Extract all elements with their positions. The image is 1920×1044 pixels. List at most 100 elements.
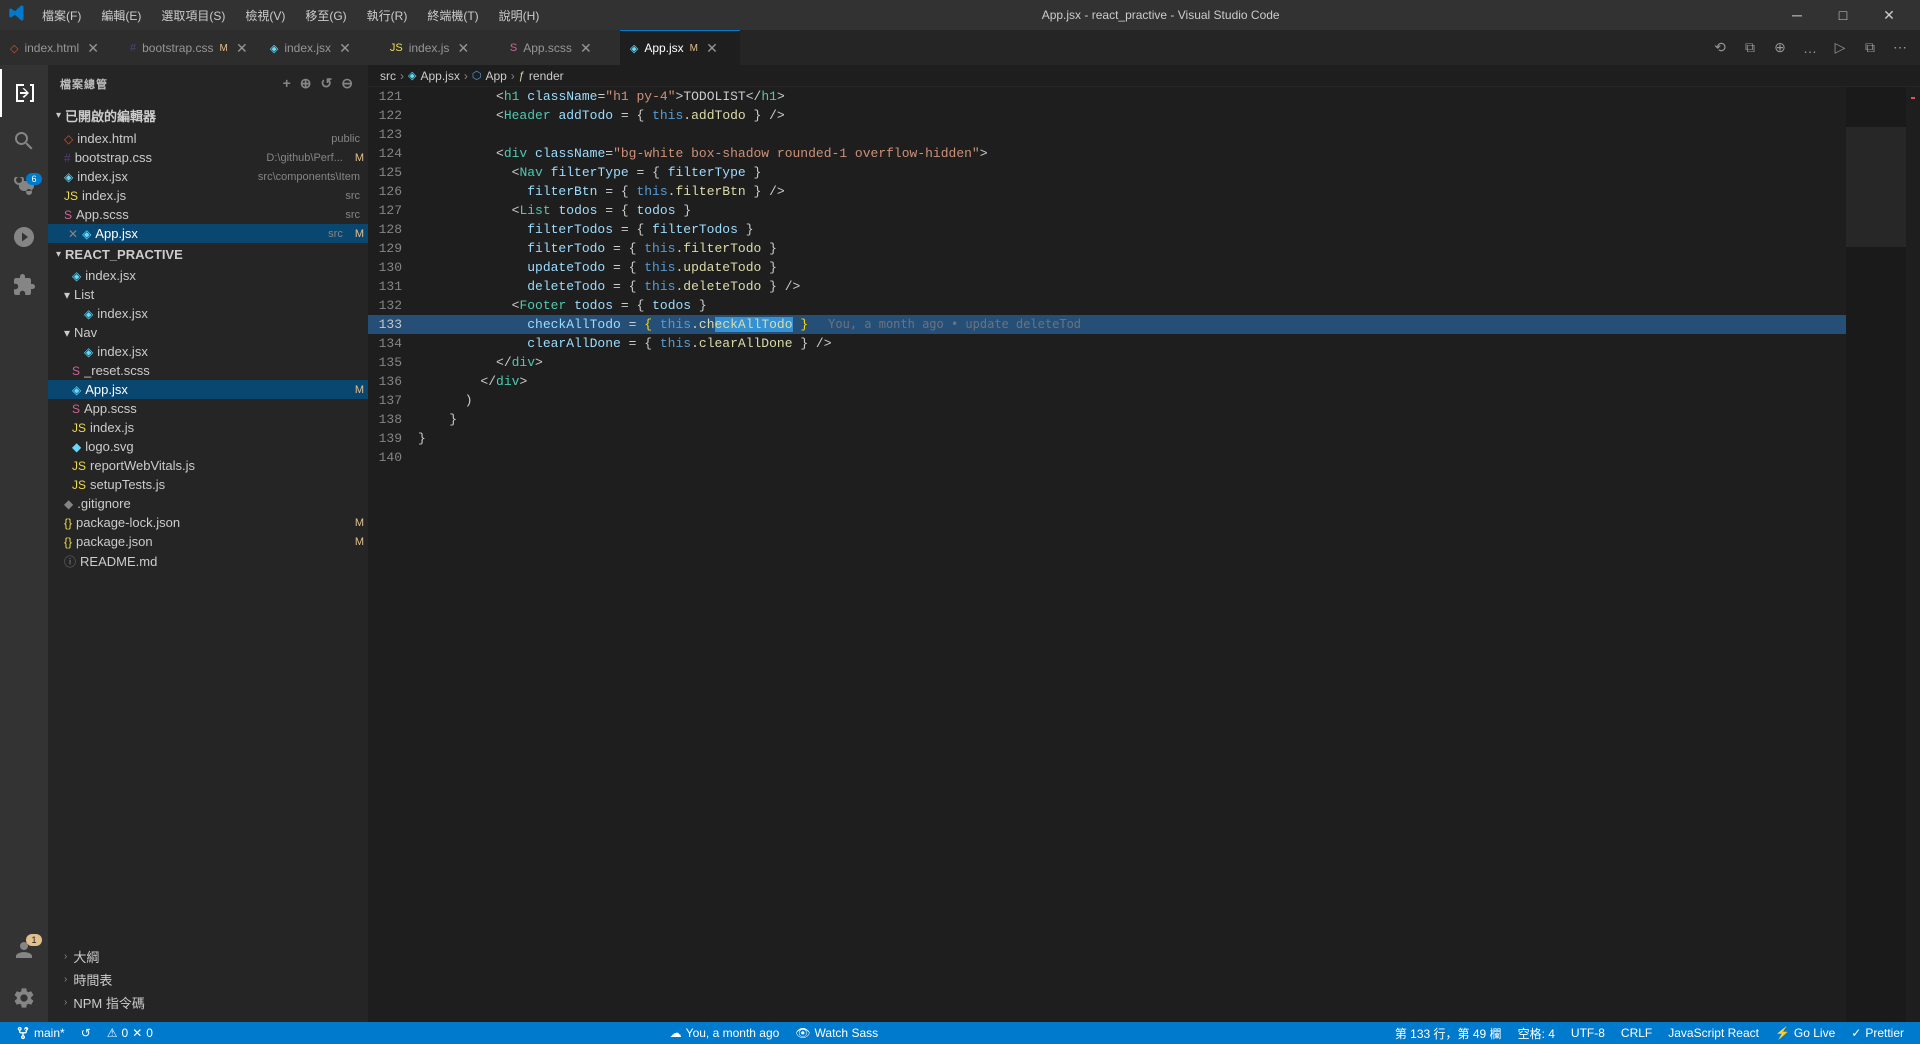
breadcrumb-app[interactable]: App [485,69,506,83]
menu-item[interactable]: 終端機(T) [419,5,486,26]
open-editor-index-js[interactable]: JS index.js src [48,186,368,205]
split-right[interactable]: ⧉ [1856,34,1884,62]
new-file-icon[interactable]: + [281,73,294,94]
folder-icon: ▾ [64,288,70,302]
tab-bootstrap-css[interactable]: # bootstrap.css M ✕ [120,30,260,65]
activity-settings[interactable] [0,974,48,1022]
open-editors-label: 已開啟的編輯器 [65,106,156,125]
menu-item[interactable]: 編輯(E) [93,5,149,26]
prettier-label: Prettier [1865,1026,1904,1040]
open-editors-section[interactable]: ▾ 已開啟的編輯器 [48,102,368,129]
more-actions[interactable]: … [1796,34,1824,62]
file-package-lock[interactable]: {} package-lock.json M [48,513,368,532]
scss-icon: S [510,42,517,54]
menu-item[interactable]: 檔案(F) [34,5,89,26]
open-editor-bootstrap-css[interactable]: # bootstrap.css D:\github\Perf... M [48,148,368,167]
account-badge: 1 [26,934,42,946]
file-tree: ◈ index.jsx ▾ List ◈ index.jsx ▾ Nav ◈ i… [48,266,368,937]
refresh-icon[interactable]: ↺ [319,73,336,94]
title-bar: const d0 = JSON.parse(document.getElemen… [0,0,1920,30]
open-editor-app-scss[interactable]: S App.scss src [48,205,368,224]
menu-item[interactable]: 說明(H) [491,5,548,26]
file-gitignore[interactable]: ◆ .gitignore [48,494,368,513]
open-editor-index-jsx[interactable]: ◈ index.jsx src\components\Item [48,167,368,186]
timeline-section[interactable]: › 時間表 [48,968,368,991]
file-nav-index-jsx[interactable]: ◈ index.jsx [48,342,368,361]
status-encoding[interactable]: UTF-8 [1563,1022,1613,1044]
file-setup-tests[interactable]: JS setupTests.js [48,475,368,494]
open-editor-app-jsx[interactable]: ✕ ◈ App.jsx src M [48,224,368,243]
project-section[interactable]: ▾ REACT_PRACTIVE [48,243,368,266]
minimize-button[interactable]: ─ [1774,0,1820,30]
status-sync[interactable]: ↺ [73,1022,99,1044]
history-button[interactable]: ⟲ [1706,34,1734,62]
folder-nav[interactable]: ▾ Nav [48,323,368,342]
activity-explorer[interactable] [0,69,48,117]
tab-close-icon[interactable]: ✕ [234,40,250,56]
minimap-slider[interactable] [1846,127,1906,247]
menu-item[interactable]: 檢視(V) [237,5,293,26]
breadcrumb-src[interactable]: src [380,69,396,83]
folder-list[interactable]: ▾ List [48,285,368,304]
code-line-126: 126 filterBtn = { this.filterBtn } /> [368,182,1846,201]
tab-index-html[interactable]: ◇ index.html ✕ [0,30,120,65]
new-folder-icon[interactable]: ⊕ [298,73,315,94]
tab-index-js[interactable]: JS index.js ✕ [380,30,500,65]
file-index-js[interactable]: JS index.js [48,418,368,437]
tab-close-icon[interactable]: ✕ [455,40,471,56]
file-app-scss[interactable]: S App.scss [48,399,368,418]
file-package-json[interactable]: {} package.json M [48,532,368,551]
menu-item[interactable]: 執行(R) [359,5,416,26]
tab-index-jsx[interactable]: ◈ index.jsx ✕ [260,30,380,65]
file-app-jsx[interactable]: ◈ App.jsx M [48,380,368,399]
npm-section[interactable]: › NPM 指令碼 [48,991,368,1014]
maximize-button[interactable]: □ [1820,0,1866,30]
status-live-server[interactable]: ⚡ Go Live [1767,1022,1843,1044]
breadcrumb-appjsx[interactable]: App.jsx [420,69,459,83]
menu-item[interactable]: 移至(G) [297,5,354,26]
overflow-button[interactable]: ⋯ [1886,34,1914,62]
status-errors[interactable]: ⚠ 0 ✕ 0 [99,1022,161,1044]
tab-close-icon[interactable]: ✕ [85,40,101,56]
file-readme[interactable]: ⓘ README.md [48,551,368,572]
activity-search[interactable] [0,117,48,165]
status-watch-sass[interactable]: 👁 Watch Sass [787,1022,886,1044]
activity-extensions[interactable] [0,261,48,309]
code-editor[interactable]: 121 <h1 className="h1 py-4">TODOLIST</h1… [368,87,1846,1022]
tab-close-icon[interactable]: ✕ [578,40,594,56]
close-tab-icon[interactable]: ✕ [64,227,82,241]
tab-app-scss[interactable]: S App.scss ✕ [500,30,620,65]
collapse-icon[interactable]: ⊖ [339,73,356,94]
breadcrumb-toggle[interactable]: ⊕ [1766,34,1794,62]
split-editor-button[interactable]: ⧉ [1736,34,1764,62]
status-git-blame[interactable]: ☁ You, a month ago [662,1022,788,1044]
activity-source-control[interactable]: 6 [0,165,48,213]
js-icon: JS [390,42,403,54]
modified-indicator: M [351,228,368,240]
status-language[interactable]: JavaScript React [1660,1022,1767,1044]
file-reset-scss[interactable]: S _reset.scss [48,361,368,380]
file-report-web-vitals[interactable]: JS reportWebVitals.js [48,456,368,475]
file-list-index-jsx[interactable]: ◈ index.jsx [48,304,368,323]
breadcrumb-render[interactable]: render [529,69,564,83]
js-icon: JS [72,478,86,492]
status-branch[interactable]: main* [8,1022,73,1044]
activity-run[interactable] [0,213,48,261]
status-position[interactable]: 第 133 行，第 49 欄 [1387,1022,1510,1044]
status-prettier[interactable]: ✓ Prettier [1843,1022,1912,1044]
open-editor-index-html[interactable]: ◇ index.html public [48,129,368,148]
file-logo-svg[interactable]: ◆ logo.svg [48,437,368,456]
tab-close-icon[interactable]: ✕ [337,40,353,56]
tab-app-jsx[interactable]: ◈ App.jsx M ✕ [620,30,740,65]
activity-account[interactable]: 1 [0,926,48,974]
error-icon: ⚠ [107,1026,118,1040]
code-line-127: 127 <List todos = { todos } [368,201,1846,220]
tab-close-icon[interactable]: ✕ [704,40,720,56]
file-index-jsx[interactable]: ◈ index.jsx [48,266,368,285]
outline-section[interactable]: › 大綱 [48,945,368,968]
run-button[interactable]: ▷ [1826,34,1854,62]
status-indent[interactable]: 空格: 4 [1510,1022,1563,1044]
menu-item[interactable]: 選取項目(S) [153,5,233,26]
status-eol[interactable]: CRLF [1613,1022,1660,1044]
close-button[interactable]: ✕ [1866,0,1912,30]
